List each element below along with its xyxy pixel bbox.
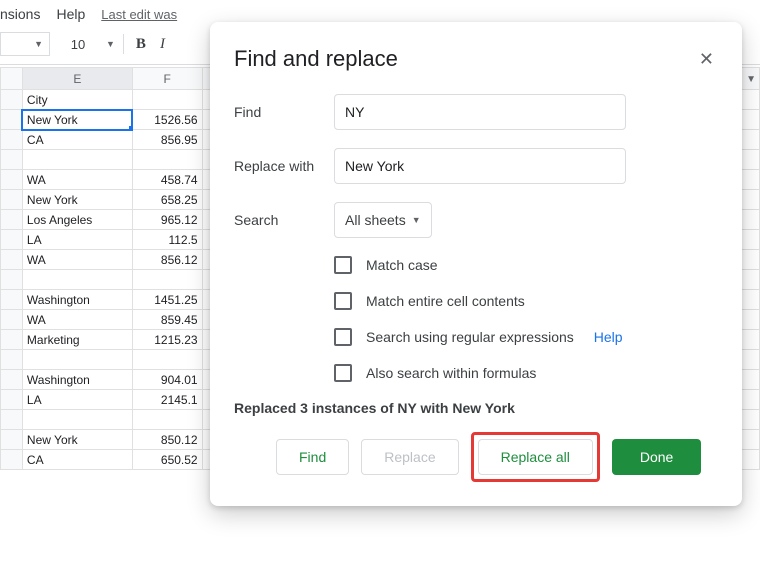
close-icon[interactable]: ✕ bbox=[695, 46, 718, 72]
cell[interactable]: New York bbox=[22, 110, 132, 130]
regex-checkbox[interactable] bbox=[334, 328, 352, 346]
cell[interactable]: WA bbox=[22, 310, 132, 330]
row-header[interactable] bbox=[1, 450, 23, 470]
replace-input[interactable] bbox=[334, 148, 626, 184]
cell[interactable]: 965.12 bbox=[132, 210, 202, 230]
replace-all-highlight: Replace all bbox=[471, 432, 600, 482]
regex-help-link[interactable]: Help bbox=[594, 329, 623, 345]
cell[interactable]: 859.45 bbox=[132, 310, 202, 330]
replace-all-button[interactable]: Replace all bbox=[478, 439, 593, 475]
row-header[interactable] bbox=[1, 390, 23, 410]
cell[interactable]: 112.5 bbox=[132, 230, 202, 250]
divider bbox=[123, 34, 124, 54]
corner-cell[interactable] bbox=[1, 68, 23, 90]
cell[interactable]: LA bbox=[22, 390, 132, 410]
cell[interactable] bbox=[132, 150, 202, 170]
dialog-title: Find and replace bbox=[234, 46, 398, 72]
row-header[interactable] bbox=[1, 350, 23, 370]
font-family-select[interactable]: ▼ bbox=[0, 32, 50, 56]
chevron-down-icon: ▼ bbox=[412, 215, 421, 225]
cell[interactable]: Washington bbox=[22, 370, 132, 390]
cell[interactable]: 856.95 bbox=[132, 130, 202, 150]
find-label: Find bbox=[234, 104, 334, 120]
find-replace-dialog: ▼ Find and replace ✕ Find Replace with S… bbox=[210, 22, 742, 506]
replace-button[interactable]: Replace bbox=[361, 439, 458, 475]
cell[interactable]: WA bbox=[22, 170, 132, 190]
bold-button[interactable]: B bbox=[132, 36, 150, 53]
formulas-label: Also search within formulas bbox=[366, 365, 536, 381]
cell[interactable]: 1451.25 bbox=[132, 290, 202, 310]
search-scope-value: All sheets bbox=[345, 212, 406, 228]
cell[interactable]: Marketing bbox=[22, 330, 132, 350]
chevron-down-icon[interactable]: ▼ bbox=[106, 39, 115, 49]
chevron-down-icon[interactable]: ▼ bbox=[746, 74, 756, 85]
cell[interactable] bbox=[22, 410, 132, 430]
match-cell-label: Match entire cell contents bbox=[366, 293, 525, 309]
row-header[interactable] bbox=[1, 270, 23, 290]
row-header[interactable] bbox=[1, 370, 23, 390]
row-header[interactable] bbox=[1, 150, 23, 170]
match-cell-checkbox[interactable] bbox=[334, 292, 352, 310]
search-scope-dropdown[interactable]: All sheets ▼ bbox=[334, 202, 432, 238]
row-header[interactable] bbox=[1, 330, 23, 350]
cell[interactable]: Los Angeles bbox=[22, 210, 132, 230]
fill-handle[interactable] bbox=[129, 126, 133, 130]
match-case-checkbox[interactable] bbox=[334, 256, 352, 274]
row-header[interactable] bbox=[1, 310, 23, 330]
cell[interactable] bbox=[22, 270, 132, 290]
row-header[interactable] bbox=[1, 410, 23, 430]
cell[interactable]: 856.12 bbox=[132, 250, 202, 270]
cell[interactable] bbox=[132, 410, 202, 430]
italic-button[interactable]: I bbox=[158, 36, 167, 53]
formulas-checkbox[interactable] bbox=[334, 364, 352, 382]
cell[interactable] bbox=[132, 350, 202, 370]
row-header[interactable] bbox=[1, 430, 23, 450]
done-button[interactable]: Done bbox=[612, 439, 701, 475]
row-header[interactable] bbox=[1, 230, 23, 250]
find-button[interactable]: Find bbox=[276, 439, 349, 475]
menu-help[interactable]: Help bbox=[56, 6, 85, 22]
cell[interactable] bbox=[132, 90, 202, 110]
cell[interactable]: New York bbox=[22, 190, 132, 210]
cell[interactable]: WA bbox=[22, 250, 132, 270]
row-header[interactable] bbox=[1, 210, 23, 230]
cell[interactable] bbox=[132, 270, 202, 290]
row-header[interactable] bbox=[1, 110, 23, 130]
row-header[interactable] bbox=[1, 90, 23, 110]
cell[interactable]: 650.52 bbox=[132, 450, 202, 470]
cell[interactable]: New York bbox=[22, 430, 132, 450]
cell[interactable]: 2145.1 bbox=[132, 390, 202, 410]
match-case-label: Match case bbox=[366, 257, 438, 273]
cell[interactable]: 658.25 bbox=[132, 190, 202, 210]
cell[interactable]: CA bbox=[22, 130, 132, 150]
cell[interactable]: 904.01 bbox=[132, 370, 202, 390]
search-scope-label: Search bbox=[234, 212, 334, 228]
column-header-e[interactable]: E bbox=[22, 68, 132, 90]
cell[interactable]: CA bbox=[22, 450, 132, 470]
cell[interactable]: LA bbox=[22, 230, 132, 250]
cell[interactable]: 850.12 bbox=[132, 430, 202, 450]
column-header-f[interactable]: F bbox=[132, 68, 202, 90]
cell[interactable]: 1526.56 bbox=[132, 110, 202, 130]
cell[interactable] bbox=[22, 350, 132, 370]
menu-extensions[interactable]: nsions bbox=[0, 6, 40, 22]
row-header[interactable] bbox=[1, 190, 23, 210]
replace-label: Replace with bbox=[234, 158, 334, 174]
regex-label: Search using regular expressions bbox=[366, 329, 574, 345]
last-edit-link[interactable]: Last edit was bbox=[101, 7, 177, 22]
find-input[interactable] bbox=[334, 94, 626, 130]
row-header[interactable] bbox=[1, 130, 23, 150]
cell[interactable]: 458.74 bbox=[132, 170, 202, 190]
cell[interactable] bbox=[22, 150, 132, 170]
cell[interactable]: 1215.23 bbox=[132, 330, 202, 350]
row-header[interactable] bbox=[1, 250, 23, 270]
row-header[interactable] bbox=[1, 290, 23, 310]
row-header[interactable] bbox=[1, 170, 23, 190]
status-message: Replaced 3 instances of NY with New York bbox=[234, 400, 718, 416]
cell[interactable]: Washington bbox=[22, 290, 132, 310]
cell[interactable]: City bbox=[22, 90, 132, 110]
chevron-down-icon: ▼ bbox=[34, 39, 43, 49]
font-size-input[interactable]: 10 bbox=[58, 32, 98, 56]
